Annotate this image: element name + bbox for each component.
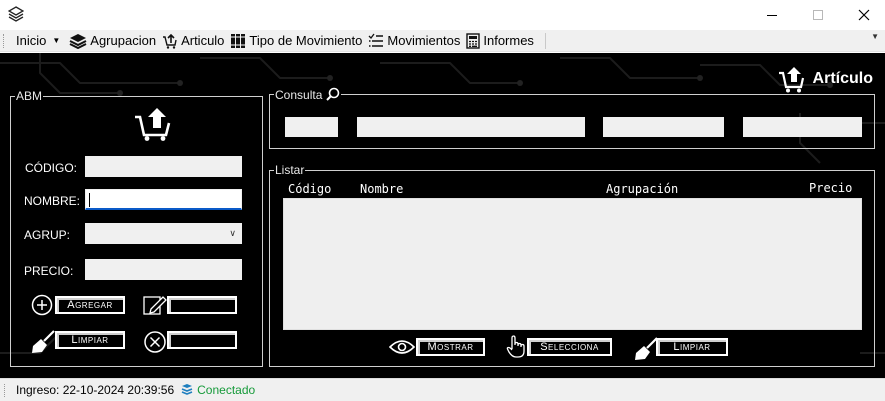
- list-icon: [368, 33, 384, 47]
- menu-movimientos-label: Movimientos: [387, 33, 461, 48]
- connection-status: Conectado: [180, 383, 255, 397]
- abm-legend: ABM: [16, 89, 43, 103]
- limpiar-lista-button[interactable]: Limpiar: [656, 338, 728, 356]
- selecciona-button[interactable]: Selecciona: [527, 338, 612, 356]
- title-bar: [0, 0, 885, 30]
- database-connected-icon: [181, 384, 193, 395]
- precio-label: PRECIO:: [24, 264, 74, 278]
- column-header-codigo[interactable]: Código: [288, 182, 331, 196]
- menu-agrupacion-label: Agrupacion: [90, 33, 157, 48]
- agregar-button[interactable]: Agregar: [55, 296, 125, 314]
- connection-status-text: Conectado: [197, 383, 256, 397]
- menu-tipo-movimiento-label: Tipo de Movimiento: [249, 33, 363, 48]
- toolbar-grip[interactable]: [3, 33, 7, 48]
- consulta-legend: Consulta: [274, 87, 341, 102]
- search-icon: [326, 87, 340, 101]
- pointer-hand-icon: [506, 335, 525, 358]
- menu-articulo-label: Articulo: [181, 33, 225, 48]
- maximize-button[interactable]: [795, 0, 841, 30]
- report-icon: [466, 32, 481, 49]
- dropdown-arrow-icon: ▼: [52, 36, 61, 45]
- menu-informes[interactable]: Informes: [463, 31, 537, 51]
- close-icon: [858, 9, 870, 21]
- menu-inicio-label: Inicio: [16, 33, 47, 48]
- consulta-precio-input[interactable]: [743, 117, 862, 137]
- menu-agrupacion[interactable]: Agrupacion: [66, 31, 159, 51]
- add-icon: [31, 294, 53, 316]
- app-icon: [8, 6, 24, 22]
- agrup-label: AGRUP:: [24, 228, 71, 242]
- menu-separator: [544, 32, 546, 49]
- menu-inicio[interactable]: Inicio ▼: [13, 31, 66, 51]
- cart-upload-icon: [163, 33, 177, 49]
- eliminar-button[interactable]: [167, 331, 237, 349]
- consulta-nombre-input[interactable]: [357, 117, 585, 137]
- cart-upload-icon: [135, 108, 171, 141]
- eye-icon: [389, 340, 415, 354]
- modificar-button[interactable]: [167, 296, 237, 314]
- edit-icon: [143, 296, 167, 315]
- layers-icon: [69, 33, 87, 49]
- precio-field[interactable]: [85, 259, 242, 280]
- toolbar-overflow-icon[interactable]: ▼: [871, 32, 879, 41]
- articulos-list[interactable]: [283, 198, 862, 330]
- menu-informes-label: Informes: [483, 33, 534, 48]
- column-header-nombre[interactable]: Nombre: [360, 182, 403, 196]
- menu-bar: Inicio ▼ Agrupacion Articulo Tipo de Mov…: [0, 30, 885, 52]
- codigo-field[interactable]: [85, 156, 242, 177]
- codigo-label: CÓDIGO:: [25, 161, 78, 175]
- menu-articulo[interactable]: Articulo: [159, 31, 227, 51]
- menu-tipo-movimiento[interactable]: Tipo de Movimiento: [227, 31, 365, 51]
- column-header-agrupacion[interactable]: Agrupación: [606, 182, 678, 196]
- main-panel: Artículo ABM CÓDIGO: NOMBRE: AGRUP: ∨ PR…: [0, 53, 885, 378]
- chevron-down-icon: ∨: [229, 228, 236, 238]
- broom-icon: [32, 330, 55, 353]
- nombre-field[interactable]: [85, 189, 242, 210]
- limpiar-abm-button[interactable]: Limpiar: [55, 331, 125, 349]
- menu-movimientos[interactable]: Movimientos: [365, 31, 463, 51]
- listar-legend: Listar: [275, 163, 305, 177]
- nombre-label: NOMBRE:: [24, 194, 81, 208]
- login-timestamp: Ingreso: 22-10-2024 20:39:56: [16, 383, 175, 397]
- consulta-codigo-input[interactable]: [285, 117, 338, 137]
- close-button[interactable]: [841, 0, 885, 30]
- status-bar: Ingreso: 22-10-2024 20:39:56 Conectado: [0, 378, 885, 401]
- minimize-button[interactable]: [749, 0, 795, 30]
- delete-icon: [144, 331, 166, 353]
- consulta-agrupacion-input[interactable]: [603, 117, 724, 137]
- books-icon: [231, 33, 246, 48]
- column-header-precio[interactable]: Precio: [809, 181, 852, 195]
- statusbar-grip: [4, 383, 8, 397]
- page-title-text: Artículo: [812, 70, 873, 87]
- mostrar-button[interactable]: Mostrar: [416, 338, 485, 356]
- agrup-select[interactable]: ∨: [85, 223, 242, 244]
